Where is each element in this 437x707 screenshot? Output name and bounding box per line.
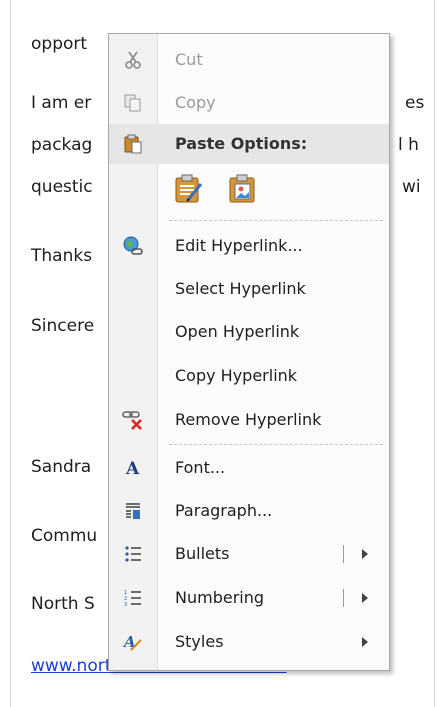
styles-icon: A [121,630,145,654]
menu-label-open-hyperlink: Open Hyperlink [175,322,300,341]
copy-icon [121,91,145,115]
doc-line-7: Sandra [31,457,92,477]
menu-item-numbering[interactable]: 1 2 3 Numbering [109,578,389,618]
menu-separator-1 [169,220,383,221]
doc-line-8: Commu [31,526,98,546]
menu-label-copy-hyperlink: Copy Hyperlink [175,366,298,385]
page-left-border [10,0,11,707]
menu-label-numbering: Numbering [175,588,265,607]
numbered-list-icon: 1 2 3 [121,586,145,610]
menu-item-font[interactable]: A Font... [109,448,389,488]
menu-label-cut: Cut [175,50,203,69]
menu-item-copy-hyperlink[interactable]: Copy Hyperlink [109,356,389,396]
doc-fragment-1: es [405,93,425,113]
submenu-arrow-icon[interactable] [362,593,368,603]
menu-item-bullets[interactable]: Bullets [109,534,389,574]
menu-label-remove-hyperlink: Remove Hyperlink [175,410,322,429]
menu-label-copy: Copy [175,93,216,112]
paste-picture-icon[interactable] [225,171,261,207]
doc-line-4: questic [31,177,93,197]
menu-item-select-hyperlink[interactable]: Select Hyperlink [109,269,389,309]
paste-options-header: Paste Options: [109,124,389,164]
menu-item-copy[interactable]: Copy [109,83,389,123]
split-button-divider [343,545,344,563]
menu-label-select-hyperlink: Select Hyperlink [175,279,306,298]
svg-text:3: 3 [124,602,127,607]
page-right-border [434,0,435,707]
paste-options-label: Paste Options: [175,134,308,153]
menu-label-bullets: Bullets [175,544,230,563]
paste-keep-formatting-icon[interactable] [171,171,207,207]
doc-line-5: Thanks [31,246,93,266]
doc-line-3: packag [31,135,93,155]
context-menu: Cut Copy Paste Options: Edit Hyperlink..… [108,33,390,671]
submenu-arrow-icon[interactable] [362,549,368,559]
menu-label-edit-hyperlink: Edit Hyperlink... [175,236,303,255]
doc-line-2: I am er [31,93,92,113]
menu-label-styles: Styles [175,632,224,651]
doc-fragment-3: wi [402,177,421,197]
menu-item-edit-hyperlink[interactable]: Edit Hyperlink... [109,226,389,266]
font-a-icon: A [121,456,145,480]
submenu-arrow-icon[interactable] [362,637,368,647]
svg-text:A: A [125,459,140,478]
doc-line-9: North S [31,594,95,614]
menu-item-paragraph[interactable]: Paragraph... [109,491,389,531]
menu-separator-2 [169,444,383,445]
menu-item-cut[interactable]: Cut [109,40,389,80]
split-button-divider [343,589,344,607]
scissors-icon [121,48,145,72]
menu-label-paragraph: Paragraph... [175,501,273,520]
clipboard-icon [121,132,145,156]
menu-item-open-hyperlink[interactable]: Open Hyperlink [109,312,389,352]
paste-options-row [109,165,389,217]
broken-link-icon [121,408,145,432]
menu-item-remove-hyperlink[interactable]: Remove Hyperlink [109,400,389,440]
bullet-list-icon [121,542,145,566]
doc-fragment-2: l h [398,135,419,155]
paragraph-icon [121,499,145,523]
menu-label-font: Font... [175,458,226,477]
doc-line-1: opport [31,34,88,54]
doc-line-6: Sincere [31,316,95,336]
menu-item-styles[interactable]: A Styles [109,622,389,662]
globe-link-icon [121,234,145,258]
